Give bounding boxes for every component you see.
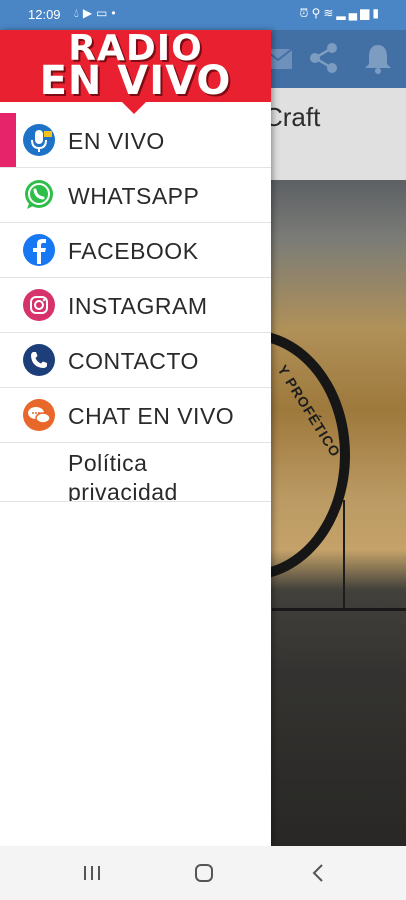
dot-icon: • xyxy=(111,6,120,20)
active-indicator xyxy=(0,113,16,167)
menu-item-contacto[interactable]: CONTACTO xyxy=(0,333,271,388)
facebook-icon xyxy=(23,234,55,266)
menu-item-label: WHATSAPP xyxy=(68,183,200,209)
cast-icon: ▭ xyxy=(96,6,112,20)
status-left-icons: 💧︎▶▭• xyxy=(74,6,120,21)
menu-item-label: INSTAGRAM xyxy=(68,293,208,319)
drop-icon: 💧︎ xyxy=(74,6,83,20)
instagram-icon xyxy=(23,289,55,321)
play-icon: ▶ xyxy=(82,6,97,20)
microphone-icon xyxy=(23,124,55,156)
phone-icon xyxy=(23,344,55,376)
brand-line2: EN VIVO xyxy=(39,58,232,104)
whatsapp-icon xyxy=(25,180,53,209)
back-button[interactable] xyxy=(288,846,348,900)
menu-item-label: CONTACTO xyxy=(68,348,199,374)
system-nav-bar xyxy=(0,846,406,900)
location-icon: ⚲ xyxy=(311,6,324,20)
menu-item-en-vivo[interactable]: EN VIVO xyxy=(0,113,271,168)
menu-item-label: FACEBOOK xyxy=(68,238,199,264)
chat-icon xyxy=(23,399,55,431)
status-bar: 12:09 💧︎▶▭• ⏰︎⚲≋▂▄▆▮ xyxy=(0,0,406,30)
menu-item-politica-privacidad[interactable]: Política privacidad xyxy=(0,443,271,502)
menu-item-label: EN VIVO xyxy=(68,128,165,154)
menu-item-chat-en-vivo[interactable]: CHAT EN VIVO xyxy=(0,388,271,443)
wifi-icon: ≋ xyxy=(323,6,337,20)
navigation-drawer: RADIO EN VIVO EN VIVO WHATSAPP FACEBOOK … xyxy=(0,28,271,846)
menu-item-label: Política privacidad xyxy=(68,450,178,502)
recent-apps-button[interactable] xyxy=(62,846,122,900)
drawer-header: RADIO EN VIVO xyxy=(0,28,271,104)
menu-item-facebook[interactable]: FACEBOOK xyxy=(0,223,271,278)
alarm-icon: ⏰︎ xyxy=(299,6,312,20)
status-time: 12:09 xyxy=(28,7,61,22)
status-right-icons: ⏰︎⚲≋▂▄▆▮ xyxy=(299,6,382,21)
menu-item-instagram[interactable]: INSTAGRAM xyxy=(0,278,271,333)
signal-icon: ▂▄▆ xyxy=(336,6,373,20)
menu-item-whatsapp[interactable]: WHATSAPP xyxy=(0,168,271,223)
drawer-menu: EN VIVO WHATSAPP FACEBOOK INSTAGRAM CONT… xyxy=(0,113,271,502)
battery-icon: ▮ xyxy=(372,6,382,20)
menu-item-label: CHAT EN VIVO xyxy=(68,403,235,429)
home-button[interactable] xyxy=(174,846,234,900)
